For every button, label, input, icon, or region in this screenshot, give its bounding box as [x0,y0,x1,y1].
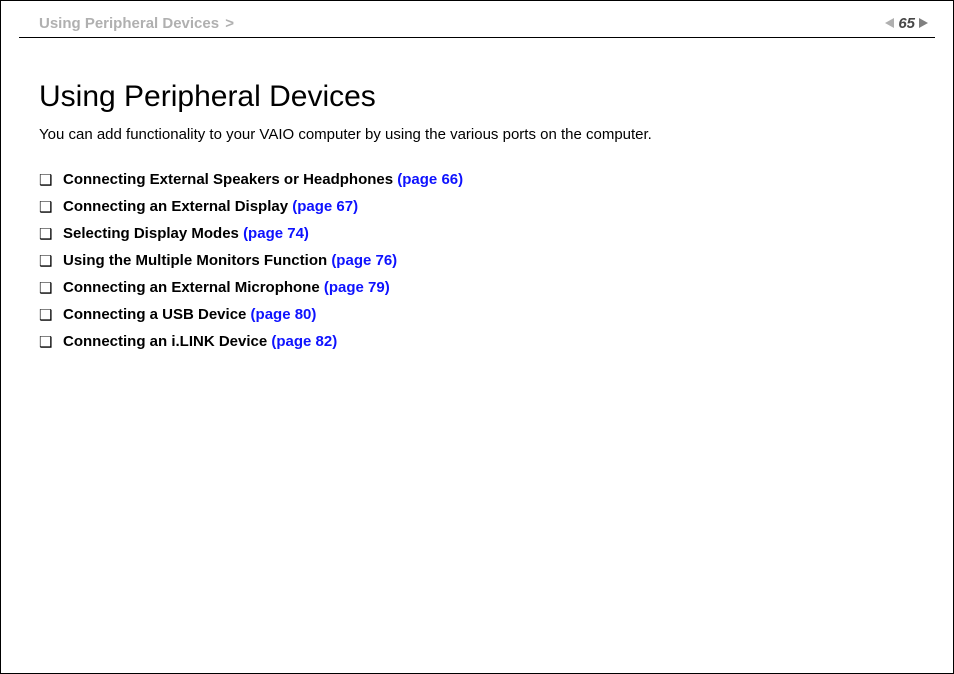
page-link[interactable]: (page 66) [397,171,463,188]
item-label: Selecting Display Modes [63,225,243,242]
page-nav: 65 [885,15,928,32]
page-link[interactable]: (page 67) [292,198,358,215]
page-link[interactable]: (page 76) [331,252,397,269]
chevron-right-icon: > [225,15,234,32]
breadcrumb: Using Peripheral Devices > [39,15,234,32]
page-link[interactable]: (page 82) [271,333,337,350]
page-link[interactable]: (page 74) [243,225,309,242]
item-label: Connecting an External Microphone [63,279,324,296]
breadcrumb-text: Using Peripheral Devices [39,15,219,32]
nav-next-icon[interactable] [919,18,928,28]
list-item: Connecting an External Display (page 67) [63,198,915,215]
item-label: Connecting a USB Device [63,306,251,323]
page-content: Using Peripheral Devices You can add fun… [1,38,953,350]
page-title: Using Peripheral Devices [39,80,915,114]
list-item: Using the Multiple Monitors Function (pa… [63,252,915,269]
list-item: Connecting a USB Device (page 80) [63,306,915,323]
header-bar: Using Peripheral Devices > 65 [1,1,953,37]
list-item: Connecting External Speakers or Headphon… [63,171,915,188]
page-link[interactable]: (page 80) [251,306,317,323]
list-item: Selecting Display Modes (page 74) [63,225,915,242]
page-number: 65 [898,15,915,32]
item-label: Connecting External Speakers or Headphon… [63,171,397,188]
item-label: Connecting an External Display [63,198,292,215]
item-label: Connecting an i.LINK Device [63,333,271,350]
page-link[interactable]: (page 79) [324,279,390,296]
topic-list: Connecting External Speakers or Headphon… [39,171,915,350]
list-item: Connecting an External Microphone (page … [63,279,915,296]
list-item: Connecting an i.LINK Device (page 82) [63,333,915,350]
intro-text: You can add functionality to your VAIO c… [39,126,915,143]
item-label: Using the Multiple Monitors Function [63,252,331,269]
nav-prev-icon[interactable] [885,18,894,28]
